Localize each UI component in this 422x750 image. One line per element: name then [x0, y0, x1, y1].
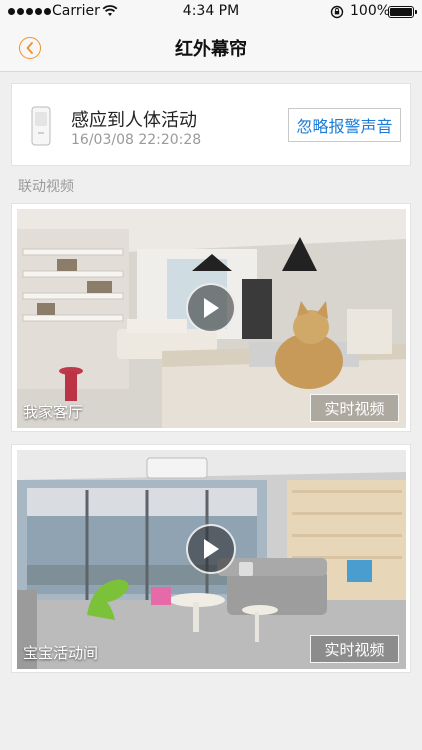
video-thumbnail[interactable]: 宝宝活动间 实时视频 [17, 450, 406, 669]
play-button[interactable] [186, 524, 236, 574]
alert-card: 感应到人体活动 16/03/08 22:20:28 忽略报警声音 [11, 83, 411, 166]
section-label: 联动视频 [18, 179, 74, 195]
room-name-label: 我家客厅 [23, 403, 84, 421]
status-bar: Carrier 4:34 PM 100% [0, 0, 422, 24]
infrared-sensor-icon [31, 106, 51, 146]
play-icon [204, 539, 219, 559]
alert-title: 感应到人体活动 [71, 110, 197, 131]
video-thumbnail[interactable]: 我家客厅 实时视频 [17, 209, 406, 428]
play-icon [204, 298, 219, 318]
battery-percentage: 100% [350, 3, 391, 19]
battery-icon [388, 6, 417, 18]
video-card-kids-room: 宝宝活动间 实时视频 [11, 444, 411, 673]
play-button[interactable] [186, 283, 236, 333]
video-card-living-room: 我家客厅 实时视频 [11, 203, 411, 432]
rotation-lock-icon [330, 5, 344, 19]
navigation-bar: 红外幕帘 [0, 24, 422, 72]
live-video-button[interactable]: 实时视频 [310, 635, 399, 663]
room-name-label: 宝宝活动间 [23, 644, 99, 662]
ignore-alarm-sound-button[interactable]: 忽略报警声音 [288, 108, 401, 142]
page-title: 红外幕帘 [175, 39, 247, 60]
alert-timestamp: 16/03/08 22:20:28 [71, 132, 202, 148]
live-video-button[interactable]: 实时视频 [310, 394, 399, 422]
